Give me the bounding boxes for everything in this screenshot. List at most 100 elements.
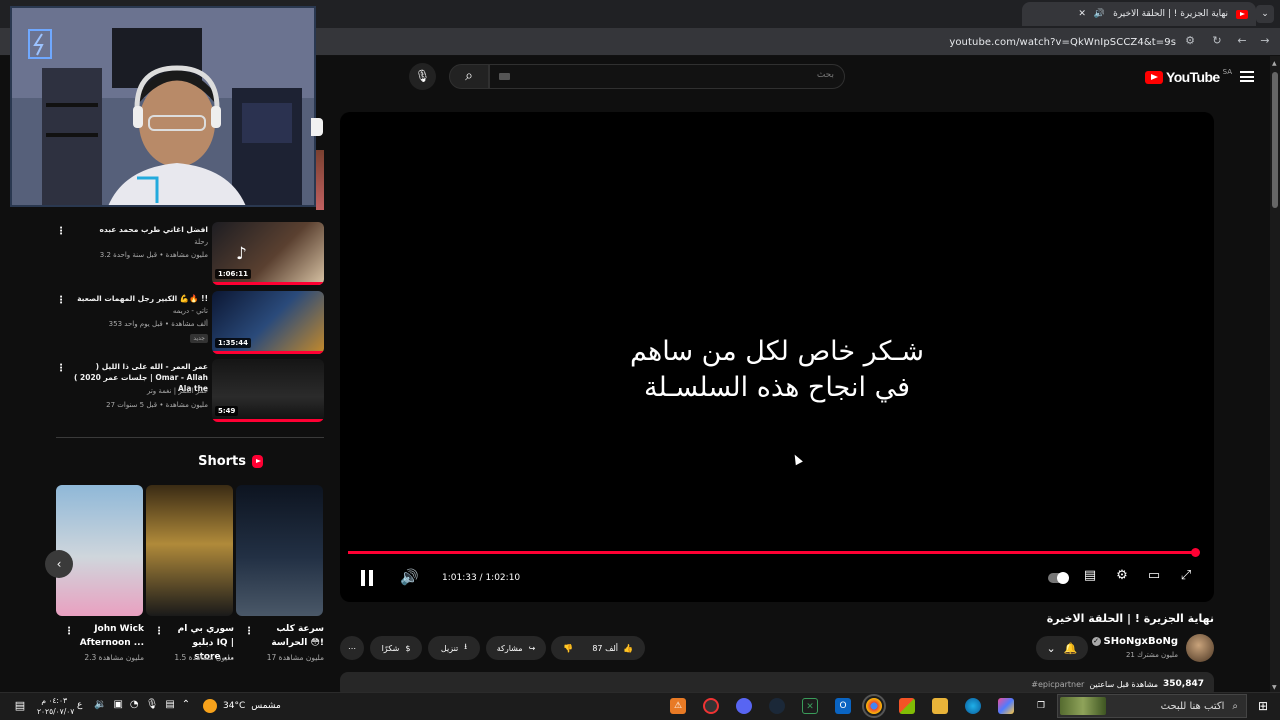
channel-name-link[interactable]: ✓ SHoNgxBoNg [1091,636,1178,647]
system-tray[interactable]: 🔉 ▣ ◔ 🎙 ▤ ⌃ [94,699,190,710]
bag-tray-icon[interactable]: ▤ [165,699,174,710]
edge-icon[interactable] [965,698,981,714]
start-button[interactable]: ⊞ [1255,698,1271,714]
address-bar[interactable]: youtube.com/watch?v=QkWnIpSCCZ4&t=9s [949,37,1176,48]
scrollbar-thumb[interactable] [1272,72,1278,208]
like-dislike-group: 👎 87 ألف 👍 [551,636,645,660]
short-thumbnail[interactable] [236,485,323,616]
taskbar-clock[interactable]: ٠٤:٠٣ م ٢٠٢٥/٠٧/٠٧ [37,695,75,717]
dislike-button[interactable]: 👎 [563,644,573,653]
notifications-icon[interactable]: ▤ [12,698,28,714]
discord-icon[interactable] [736,698,752,714]
video-player[interactable]: شـكر خاص لكل من ساهم في انجاح هذه السلسـ… [340,112,1214,602]
subtitles-icon[interactable]: ▤ [1080,568,1100,583]
voice-search-button[interactable]: 🎙 [409,63,436,90]
rec-channel[interactable]: تاتي - دريمه [173,307,208,315]
hashtag-link[interactable]: #epicpartner [1031,680,1084,689]
browser-tab[interactable]: ✕ 🔊 نهاية الجزيرة ! | الحلقة الاخيرة [1022,2,1256,26]
more-vert-icon[interactable]: ⋮ [56,226,66,237]
tray-chevron-icon[interactable]: ⌃ [182,699,190,710]
list-item[interactable]: 5:49 عمر العمر - الله على ذا الليل ( جلس… [56,359,324,423]
more-vert-icon[interactable]: ⋮ [244,626,254,637]
like-count: 87 ألف [592,643,619,653]
scroll-up-icon[interactable]: ▲ [1272,60,1277,67]
rec-title[interactable]: الكبير رجل المهمات الصعبة 💪🔥 !! [68,293,208,304]
download-label: تنزيل [440,643,459,653]
short-views: 1.5 مليون مشاهدة [174,653,234,662]
scroll-down-icon[interactable]: ▼ [1272,684,1277,691]
more-vert-icon[interactable]: ⋮ [56,295,66,306]
reload-icon[interactable]: ↻ [1209,34,1225,47]
copilot-icon[interactable] [998,698,1014,714]
short-title[interactable]: John Wick Afternoon ... [78,622,144,650]
file-explorer-icon[interactable] [932,698,948,714]
site-settings-icon[interactable]: ⚙ [1182,34,1198,47]
video-thumbnail[interactable]: 5:49 [212,359,324,422]
caption-line-2: في انجاح هذه السلسـلة [644,372,910,403]
theater-mode-icon[interactable]: ▭ [1144,568,1164,583]
like-button[interactable]: 87 ألف 👍 [592,644,633,653]
page-scrollbar[interactable]: ▲ ▼ [1270,56,1280,696]
short-thumbnail[interactable] [146,485,233,616]
mic-tray-icon[interactable]: 🎙 [146,699,159,710]
channel-avatar[interactable] [1186,634,1214,662]
shorts-prev-button[interactable]: ‹ [45,550,73,578]
more-actions-button[interactable]: ⋯ [340,636,364,660]
list-item[interactable]: 1:35:44 الكبير رجل المهمات الصعبة 💪🔥 !! … [56,291,324,355]
store-icon[interactable] [899,698,915,714]
chrome-icon[interactable] [862,694,886,718]
video-thumbnail[interactable]: 1:35:44 [212,291,324,354]
menu-icon[interactable] [1240,71,1254,82]
search-input[interactable]: بحث [489,64,845,89]
share-button[interactable]: مشاركة ↪ [486,636,546,660]
settings-gear-icon[interactable]: ⚙ [1112,568,1132,583]
youtube-play-icon [1145,70,1164,84]
task-view-icon[interactable]: ❐ [1033,698,1049,714]
list-item[interactable]: ♪ 1:06:11 افضل اغاني طرب محمد عبده رحلة … [56,222,324,286]
rec-channel[interactable]: رحلة [194,238,208,246]
keyboard-icon[interactable] [499,73,510,80]
volume-icon[interactable]: 🔊 [400,568,419,586]
weather-widget[interactable]: 34°C مشمس [203,699,281,713]
video-thumbnail[interactable]: ♪ 1:06:11 [212,222,324,285]
tab-mute-icon[interactable]: 🔊 [1094,9,1105,19]
short-thumbnail[interactable] [56,485,143,616]
more-vert-icon[interactable]: ⋮ [154,626,164,637]
app-icon[interactable]: ⚠ [670,698,686,714]
obs-icon[interactable] [703,698,719,714]
steam-tray-icon[interactable]: ◔ [130,699,139,710]
download-button[interactable]: تنزيل ⭳ [428,636,480,660]
rec-channel[interactable]: عمر العمر | نغمة وتر [147,387,208,395]
search-button[interactable]: ⌕ [449,64,489,89]
more-vert-icon[interactable]: ⋮ [56,363,66,374]
progress-scrubber[interactable] [1191,548,1200,557]
tab-close-icon[interactable]: ✕ [1078,9,1086,19]
fullscreen-icon[interactable]: ⤢ [1176,568,1196,583]
excel-icon[interactable]: ✕ [802,698,818,714]
more-vert-icon[interactable]: ⋮ [64,626,74,637]
outlook-icon[interactable]: O [835,698,851,714]
input-language[interactable]: ع [77,700,82,710]
back-icon[interactable]: → [1257,34,1273,47]
region-code: SA [1222,68,1232,76]
progress-bar[interactable] [348,551,1195,554]
taskbar-search[interactable]: اكتب هنا للبحث ⌕ [1057,694,1247,718]
network-icon[interactable]: ▣ [113,699,122,710]
rec-meta: 353 ألف مشاهدة • قبل يوم واحد [108,320,208,328]
steam-icon[interactable] [769,698,785,714]
clock-date: ٢٠٢٥/٠٧/٠٧ [37,707,75,716]
shorts-heading-text: Shorts [198,454,246,469]
watched-bar [212,351,324,354]
clock-time: ٠٤:٠٣ م [41,696,67,705]
chevron-left-icon: ‹ [56,557,62,571]
volume-tray-icon[interactable]: 🔉 [94,699,106,710]
tab-search-button[interactable]: ⌄ [1256,5,1274,23]
rec-title[interactable]: افضل اغاني طرب محمد عبده [68,224,208,235]
autoplay-toggle[interactable] [1048,572,1069,584]
pause-icon[interactable] [360,570,374,586]
forward-icon[interactable]: ← [1234,34,1250,47]
subscribed-notifications-button[interactable]: ⌄ 🔔 [1036,636,1088,660]
youtube-logo[interactable]: YouTube SA [1145,68,1232,85]
thanks-button[interactable]: شكرًا $ [370,636,422,660]
short-title[interactable]: سرعة كلب الحراسة 😳! [258,622,324,650]
